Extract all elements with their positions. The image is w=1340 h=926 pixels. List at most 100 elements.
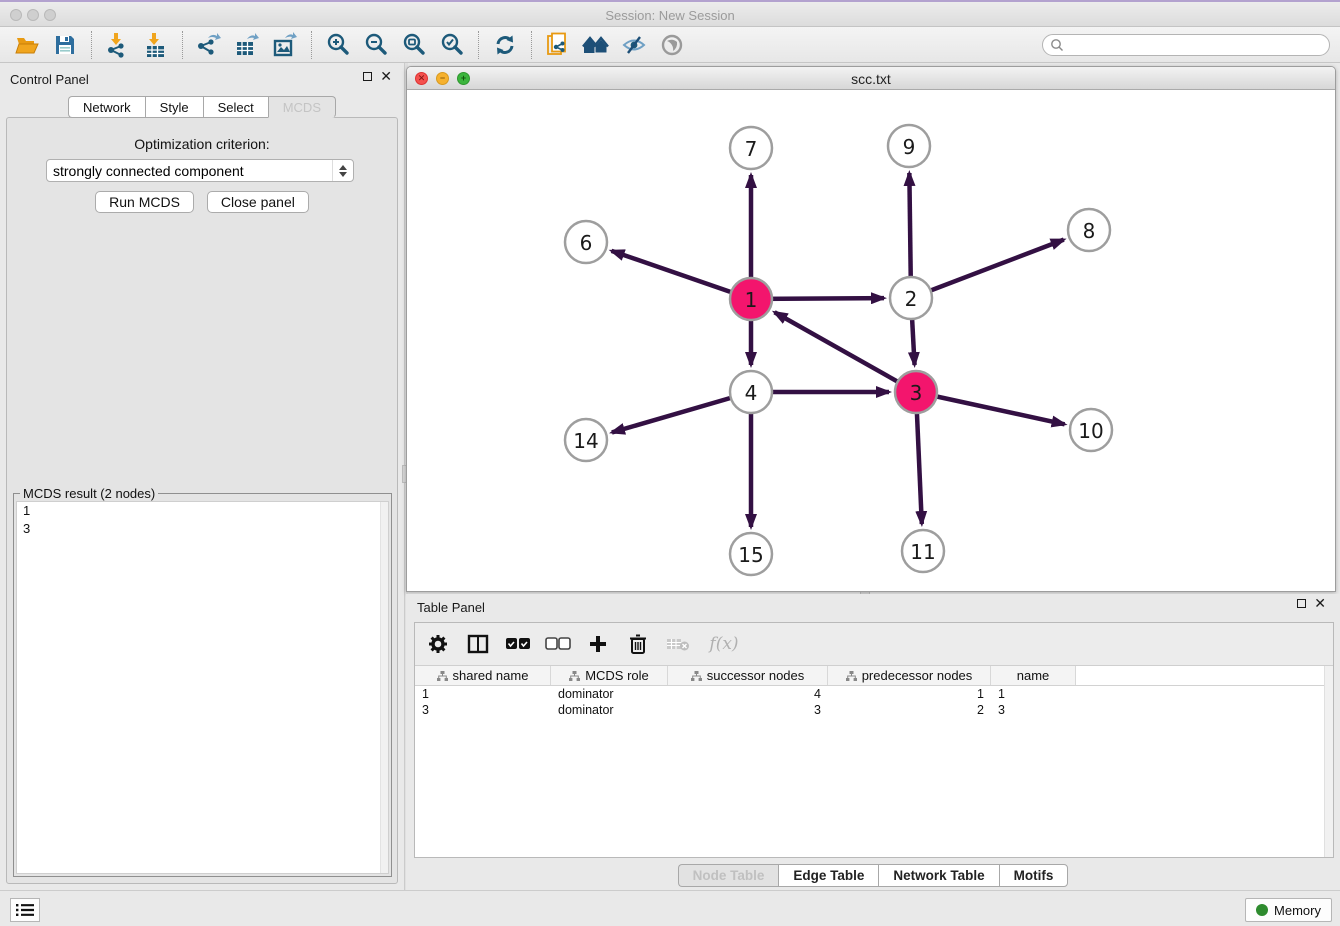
table-scrollbar[interactable] bbox=[1324, 666, 1333, 857]
graph-node-10[interactable]: 10 bbox=[1070, 409, 1112, 451]
close-panel-icon[interactable]: ✕ bbox=[380, 71, 392, 81]
cell-successor-nodes[interactable]: 3 bbox=[668, 702, 828, 718]
memory-button[interactable]: Memory bbox=[1245, 898, 1332, 922]
table-row[interactable]: 3 dominator 3 2 3 bbox=[415, 702, 1324, 718]
cell-shared-name[interactable]: 1 bbox=[415, 686, 551, 702]
plus-icon bbox=[588, 634, 608, 654]
refresh-icon bbox=[493, 33, 517, 57]
cell-name[interactable]: 3 bbox=[991, 702, 1076, 718]
export-image-button[interactable] bbox=[266, 30, 304, 60]
cell-predecessor-nodes[interactable]: 2 bbox=[828, 702, 991, 718]
table-toolbar: f(x) bbox=[415, 623, 1333, 666]
save-session-button[interactable] bbox=[46, 30, 84, 60]
cell-predecessor-nodes[interactable]: 1 bbox=[828, 686, 991, 702]
cell-mcds-role[interactable]: dominator bbox=[551, 686, 668, 702]
graph-node-1[interactable]: 1 bbox=[730, 278, 772, 320]
zoom-selected-button[interactable] bbox=[433, 30, 471, 60]
column-header-successor-nodes[interactable]: successor nodes bbox=[668, 666, 828, 685]
export-table-button[interactable] bbox=[228, 30, 266, 60]
export-network-button[interactable] bbox=[190, 30, 228, 60]
eye-slash-icon bbox=[621, 33, 647, 57]
criterion-dropdown[interactable]: strongly connected component bbox=[46, 159, 354, 182]
column-label: predecessor nodes bbox=[862, 668, 973, 683]
graph-node-6[interactable]: 6 bbox=[565, 221, 607, 263]
toolbar-separator bbox=[478, 31, 479, 59]
float-panel-icon[interactable] bbox=[1297, 599, 1306, 608]
save-icon bbox=[54, 34, 76, 56]
tab-network[interactable]: Network bbox=[68, 96, 145, 118]
graph-node-14[interactable]: 14 bbox=[565, 419, 607, 461]
run-mcds-button[interactable]: Run MCDS bbox=[95, 191, 194, 213]
close-panel-icon[interactable]: ✕ bbox=[1314, 598, 1326, 608]
cell-name[interactable]: 1 bbox=[991, 686, 1076, 702]
network-graph[interactable]: 7 9 6 8 1 2 4 3 14 10 15 11 bbox=[407, 90, 1335, 591]
column-header-predecessor-nodes[interactable]: predecessor nodes bbox=[828, 666, 991, 685]
graph-edge-2-8[interactable] bbox=[911, 240, 1064, 298]
hide-selected-button[interactable] bbox=[615, 30, 653, 60]
first-neighbors-button[interactable] bbox=[577, 30, 615, 60]
graph-node-label: 15 bbox=[738, 543, 763, 567]
unselect-all-columns-button[interactable] bbox=[545, 631, 571, 657]
new-network-from-selection-button[interactable] bbox=[539, 30, 577, 60]
table-row[interactable]: 1 dominator 4 1 1 bbox=[415, 686, 1324, 702]
open-session-button[interactable] bbox=[8, 30, 46, 60]
column-label: name bbox=[1017, 668, 1050, 683]
graph-node-7[interactable]: 7 bbox=[730, 127, 772, 169]
main-toolbar bbox=[0, 27, 1340, 63]
task-history-button[interactable] bbox=[10, 898, 40, 922]
function-builder-button[interactable]: f(x) bbox=[705, 631, 743, 657]
show-column-panel-button[interactable] bbox=[465, 631, 491, 657]
tab-mcds[interactable]: MCDS bbox=[268, 96, 336, 118]
tab-style[interactable]: Style bbox=[145, 96, 203, 118]
delete-table-button[interactable] bbox=[665, 631, 691, 657]
import-network-button[interactable] bbox=[99, 30, 137, 60]
graph-node-8[interactable]: 8 bbox=[1068, 209, 1110, 251]
tab-edge-table[interactable]: Edge Table bbox=[778, 864, 878, 887]
zoom-fit-button[interactable] bbox=[395, 30, 433, 60]
graph-node-label: 1 bbox=[745, 288, 758, 312]
network-window-titlebar[interactable]: ✕ − + scc.txt bbox=[407, 67, 1335, 90]
search-field[interactable] bbox=[1042, 34, 1330, 56]
zoom-out-button[interactable] bbox=[357, 30, 395, 60]
column-header-shared-name[interactable]: shared name bbox=[415, 666, 551, 685]
cell-shared-name[interactable]: 3 bbox=[415, 702, 551, 718]
graph-node-15[interactable]: 15 bbox=[730, 533, 772, 575]
graph-edge-3-1[interactable] bbox=[775, 312, 916, 392]
control-panel-title: Control Panel bbox=[10, 72, 89, 87]
result-scrollbar[interactable] bbox=[380, 502, 388, 873]
graph-node-4[interactable]: 4 bbox=[730, 371, 772, 413]
show-all-button[interactable] bbox=[653, 30, 691, 60]
close-panel-button[interactable]: Close panel bbox=[207, 191, 309, 213]
tab-network-table[interactable]: Network Table bbox=[878, 864, 998, 887]
column-header-name[interactable]: name bbox=[991, 666, 1076, 685]
graph-node-3[interactable]: 3 bbox=[895, 371, 937, 413]
titlebar: Session: New Session bbox=[0, 0, 1340, 27]
graph-node-11[interactable]: 11 bbox=[902, 530, 944, 572]
tab-motifs[interactable]: Motifs bbox=[999, 864, 1069, 887]
search-input[interactable] bbox=[1068, 38, 1329, 52]
graph-node-label: 6 bbox=[580, 231, 593, 255]
network-canvas[interactable]: 7 9 6 8 1 2 4 3 14 10 15 11 bbox=[407, 90, 1335, 591]
zoom-fit-icon bbox=[401, 32, 427, 58]
graph-node-9[interactable]: 9 bbox=[888, 125, 930, 167]
window-title: Session: New Session bbox=[0, 8, 1340, 23]
import-table-button[interactable] bbox=[137, 30, 175, 60]
cell-successor-nodes[interactable]: 4 bbox=[668, 686, 828, 702]
apply-layout-button[interactable] bbox=[486, 30, 524, 60]
table-settings-button[interactable] bbox=[425, 631, 451, 657]
graph-edge-3-10[interactable] bbox=[916, 392, 1065, 424]
tab-select[interactable]: Select bbox=[203, 96, 268, 118]
tab-node-table[interactable]: Node Table bbox=[678, 864, 779, 887]
mcds-result-box: MCDS result (2 nodes) 1 3 bbox=[13, 493, 392, 877]
gear-icon bbox=[427, 633, 449, 655]
create-column-button[interactable] bbox=[585, 631, 611, 657]
delete-column-button[interactable] bbox=[625, 631, 651, 657]
graph-node-2[interactable]: 2 bbox=[890, 277, 932, 319]
cell-mcds-role[interactable]: dominator bbox=[551, 702, 668, 718]
mcds-result-list[interactable]: 1 3 bbox=[16, 501, 389, 874]
zoom-in-button[interactable] bbox=[319, 30, 357, 60]
select-all-columns-button[interactable] bbox=[505, 631, 531, 657]
column-header-mcds-role[interactable]: MCDS role bbox=[551, 666, 668, 685]
float-panel-icon[interactable] bbox=[363, 72, 372, 81]
graph-node-label: 4 bbox=[745, 381, 758, 405]
